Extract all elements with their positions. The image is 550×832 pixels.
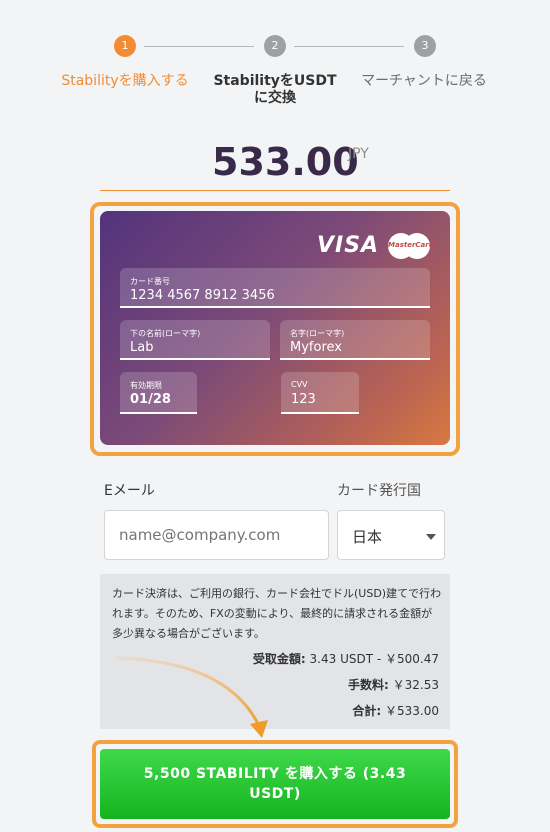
card-number-field[interactable]: カード番号 1234 4567 8912 3456 (120, 268, 430, 308)
step-1-label: Stabilityを購入する (61, 73, 189, 89)
payment-amount: 533.00 (212, 140, 359, 184)
step-2-label: StabilityをUSDTに交換 (213, 73, 337, 106)
cvv-value: 123 (291, 392, 316, 407)
step-3-label: マーチャントに戻る (361, 73, 487, 89)
step-connector-1 (144, 46, 254, 47)
progress-stepper: 1 2 3 Stabilityを購入する StabilityをUSDTに交換 マ… (0, 0, 550, 112)
card-number-label: カード番号 (130, 277, 170, 286)
step-2-circle: 2 (264, 35, 286, 57)
received-amount-row: 受取金額: 3.43 USDT - ￥500.47 (253, 650, 439, 667)
received-amount-value: 3.43 USDT - ￥500.47 (309, 652, 439, 666)
given-name-label: 下の名前(ローマ字) (130, 329, 201, 338)
expiry-value: 01/28 (130, 392, 171, 407)
email-label: Eメール (104, 483, 155, 499)
step-3-circle: 3 (414, 35, 436, 57)
credit-card-form: VISA MasterCard カード番号 1234 4567 8912 345… (100, 211, 450, 445)
email-input[interactable] (104, 510, 329, 560)
cvv-label: CVV (291, 380, 308, 389)
family-name-value: Myforex (290, 340, 342, 355)
total-value: ￥533.00 (385, 704, 439, 718)
chevron-down-icon (426, 534, 436, 540)
visa-logo: VISA (317, 233, 380, 258)
fee-value: ￥32.53 (392, 678, 439, 692)
fee-label: 手数料: (348, 678, 389, 692)
country-value: 日本 (352, 528, 383, 546)
total-row: 合計: ￥533.00 (352, 702, 439, 719)
cvv-field[interactable]: CVV 123 (281, 372, 359, 414)
payment-notice: カード決済は、ご利用の銀行、カード会社でドル(USD)建てで行われます。そのため… (112, 587, 442, 640)
card-number-value: 1234 4567 8912 3456 (130, 288, 275, 303)
payment-currency: JPY (348, 146, 369, 162)
expiry-label: 有効期限 (130, 381, 162, 390)
step-connector-2 (294, 46, 404, 47)
step-1-circle: 1 (114, 35, 136, 57)
amount-divider (100, 190, 450, 191)
mastercard-logo: MasterCard (388, 233, 434, 259)
given-name-value: Lab (130, 340, 154, 355)
country-select[interactable]: 日本 (337, 510, 445, 560)
family-name-label: 名字(ローマ字) (290, 329, 345, 338)
country-label: カード発行国 (337, 483, 421, 499)
family-name-field[interactable]: 名字(ローマ字) Myforex (280, 320, 430, 360)
total-label: 合計: (352, 704, 382, 718)
fee-row: 手数料: ￥32.53 (348, 676, 439, 693)
curved-arrow-icon (116, 656, 268, 738)
buy-stability-button[interactable]: 5,500 STABILITY を購入する (3.43 USDT) (100, 749, 450, 819)
expiry-field[interactable]: 有効期限 01/28 (120, 372, 197, 414)
given-name-field[interactable]: 下の名前(ローマ字) Lab (120, 320, 270, 360)
